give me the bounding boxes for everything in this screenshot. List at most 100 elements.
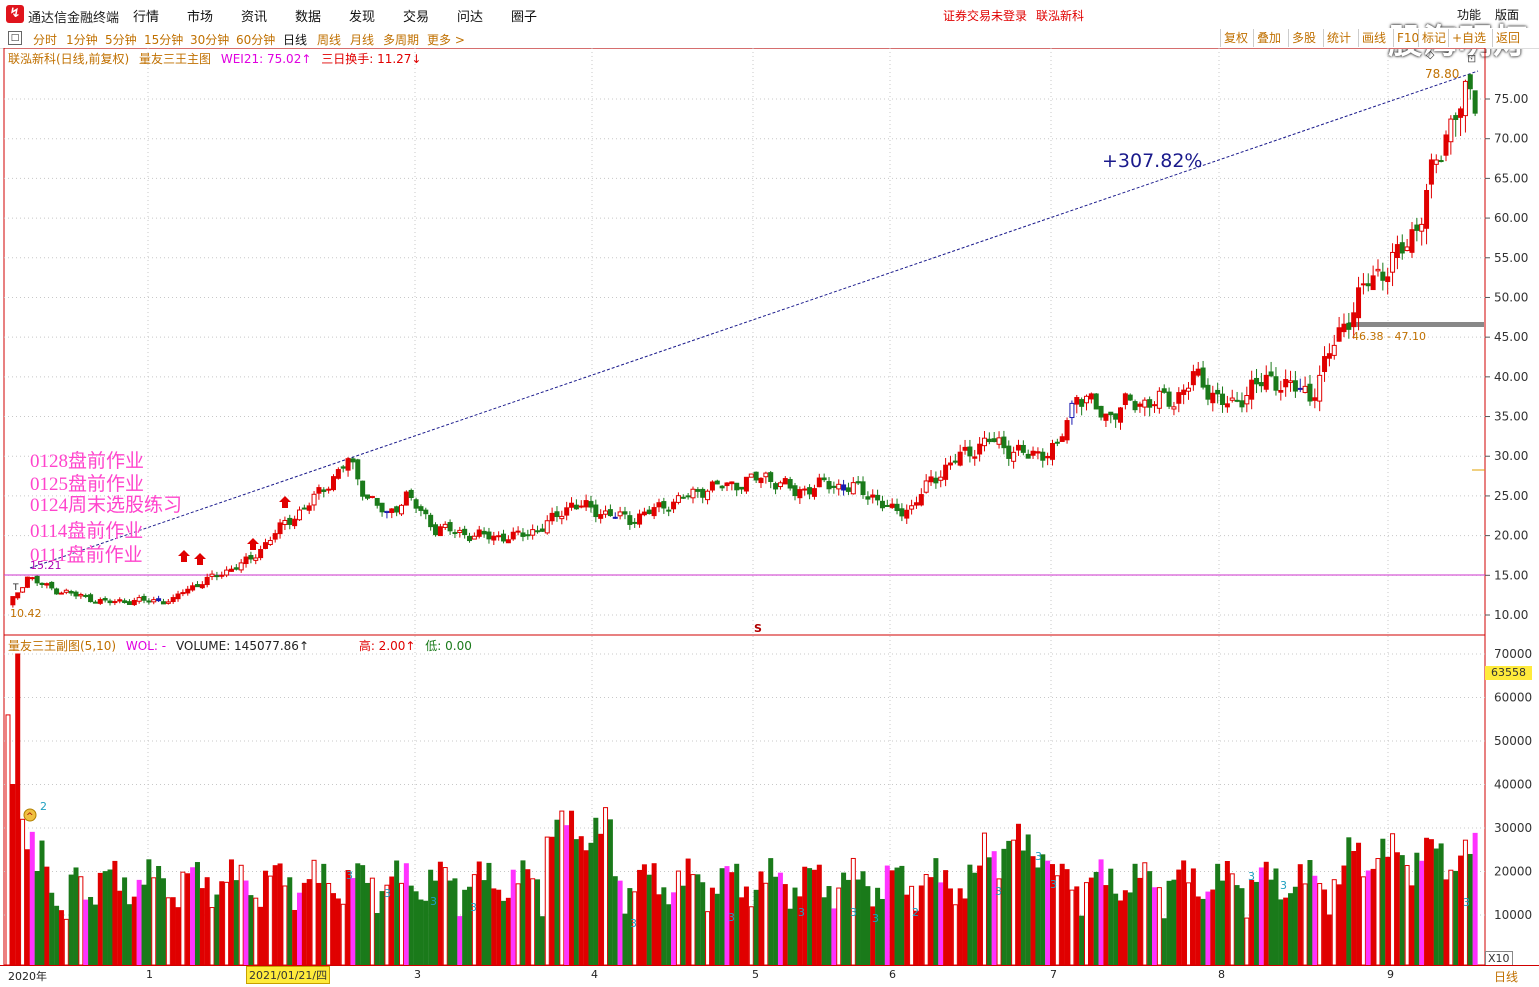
period-15min[interactable]: 15分钟 — [144, 31, 183, 48]
menu-data[interactable]: 数据 — [295, 6, 321, 25]
tool-draw[interactable]: 画线 — [1358, 29, 1389, 47]
period-60min[interactable]: 60分钟 — [236, 31, 275, 48]
volume-bar — [1059, 863, 1065, 965]
volume-bar — [394, 860, 400, 965]
candle-body — [1079, 399, 1085, 407]
volume-bar — [141, 884, 147, 965]
candle-body — [316, 487, 322, 494]
menu-circle[interactable]: 圈子 — [511, 6, 537, 25]
period-daily[interactable]: 日线 — [283, 31, 307, 48]
period-tag[interactable]: 日线 — [1494, 968, 1518, 985]
candle-body — [122, 600, 128, 604]
candle-body — [1424, 190, 1430, 229]
login-status[interactable]: 证券交易未登录 — [943, 7, 1027, 24]
note-0124[interactable]: 0124周末选股练习 — [30, 490, 182, 517]
candle-body — [622, 511, 628, 515]
candle-body — [248, 555, 254, 560]
volume-bar — [603, 807, 609, 965]
candle-body — [112, 601, 118, 604]
volume-bar — [714, 893, 720, 965]
volume-bar — [1317, 883, 1323, 965]
volume-bar — [355, 863, 361, 965]
candle-body — [1443, 134, 1449, 156]
candle-body — [1336, 327, 1342, 342]
candle-body — [1390, 251, 1396, 273]
sub-legend-title[interactable]: 量友三王副图(5,10) — [8, 639, 116, 653]
volume-bar — [739, 897, 745, 965]
candle-body — [1254, 377, 1260, 385]
candle-body — [369, 495, 375, 499]
volume-bar — [986, 857, 992, 965]
note-0114[interactable]: 0114盘前作业 — [30, 516, 143, 543]
candle-body — [355, 459, 361, 480]
volume-bar — [943, 870, 949, 965]
tool-adjust[interactable]: 复权 — [1220, 29, 1251, 47]
volume-bar — [126, 904, 132, 965]
period-5min[interactable]: 5分钟 — [105, 31, 137, 48]
panel-toggle-icon[interactable]: □ — [8, 31, 22, 45]
candle-body — [1015, 444, 1021, 451]
period-weekly[interactable]: 周线 — [317, 31, 341, 48]
candle-body — [39, 582, 45, 585]
tool-mark[interactable]: 标记 — [1418, 29, 1449, 47]
volume-bar — [588, 842, 594, 965]
app-logo-icon[interactable]: ↯ — [6, 5, 24, 23]
volume-bar — [399, 882, 405, 965]
x-label-sep: 9 — [1387, 968, 1394, 981]
period-1min[interactable]: 1分钟 — [66, 31, 98, 48]
high-value: 高: 2.00↑ — [358, 639, 416, 653]
kline-chart[interactable]: 75.00 70.00 65.00 60.00 55.00 50.00 45.00 40.00… — [0, 48, 1539, 965]
volume-bar — [5, 714, 11, 965]
candle-body — [199, 584, 205, 589]
candle-body — [296, 509, 302, 521]
tool-back[interactable]: 返回 — [1492, 29, 1523, 47]
volume-signal-label: 3 — [430, 895, 437, 908]
candle-body — [141, 595, 147, 601]
period-more[interactable]: 更多 > — [427, 31, 465, 48]
volume-bar — [29, 831, 35, 965]
volume-bar — [598, 833, 604, 965]
candle-body — [777, 482, 783, 488]
volume-bar — [20, 818, 26, 965]
cursor-icon[interactable]: ◇ — [1426, 48, 1435, 61]
lock-icon[interactable]: ⊡ — [1467, 52, 1476, 65]
volume-bar — [258, 906, 264, 965]
volume-bar — [1239, 888, 1245, 965]
candle-body — [671, 501, 677, 510]
menu-ask[interactable]: 问达 — [457, 6, 483, 25]
candle-body — [661, 501, 667, 509]
tool-multi-stock[interactable]: 多股 — [1288, 29, 1319, 47]
candle-body — [1147, 399, 1153, 408]
candle-body — [782, 478, 788, 485]
candle-body — [63, 589, 69, 593]
zoom-label[interactable]: X10 — [1485, 951, 1513, 966]
period-monthly[interactable]: 月线 — [350, 31, 374, 48]
main-legend-title[interactable]: 联泓新科(日线,前复权) — [8, 52, 129, 66]
price-tick-label: 10.00 — [1494, 608, 1528, 622]
tool-overlay[interactable]: 叠加 — [1253, 29, 1284, 47]
candle-body — [496, 535, 502, 538]
volume-bar — [680, 885, 686, 965]
volume-bar — [782, 884, 788, 965]
tool-stats[interactable]: 统计 — [1323, 29, 1354, 47]
candle-body — [1404, 246, 1410, 252]
volume-bar — [671, 892, 677, 965]
menu-trade[interactable]: 交易 — [403, 6, 429, 25]
menu-market-quotes[interactable]: 行情 — [133, 6, 159, 25]
menu-market[interactable]: 市场 — [187, 6, 213, 25]
tool-add-watchlist[interactable]: +自选 — [1448, 29, 1489, 47]
period-multi[interactable]: 多周期 — [383, 31, 419, 48]
volume-bar — [471, 874, 477, 965]
main-indicator-name[interactable]: 量友三王主图 — [139, 52, 211, 66]
candle-body — [1278, 390, 1284, 393]
menu-news[interactable]: 资讯 — [241, 6, 267, 25]
menu-discover[interactable]: 发现 — [349, 6, 375, 25]
volume-bar — [165, 897, 171, 965]
period-intraday[interactable]: 分时 — [33, 31, 57, 48]
buy-arrow-icon — [279, 496, 291, 508]
period-30min[interactable]: 30分钟 — [190, 31, 229, 48]
volume-bar — [403, 863, 409, 965]
volume-bar — [1428, 839, 1434, 965]
candle-body — [389, 508, 395, 513]
volume-bar — [199, 888, 205, 965]
